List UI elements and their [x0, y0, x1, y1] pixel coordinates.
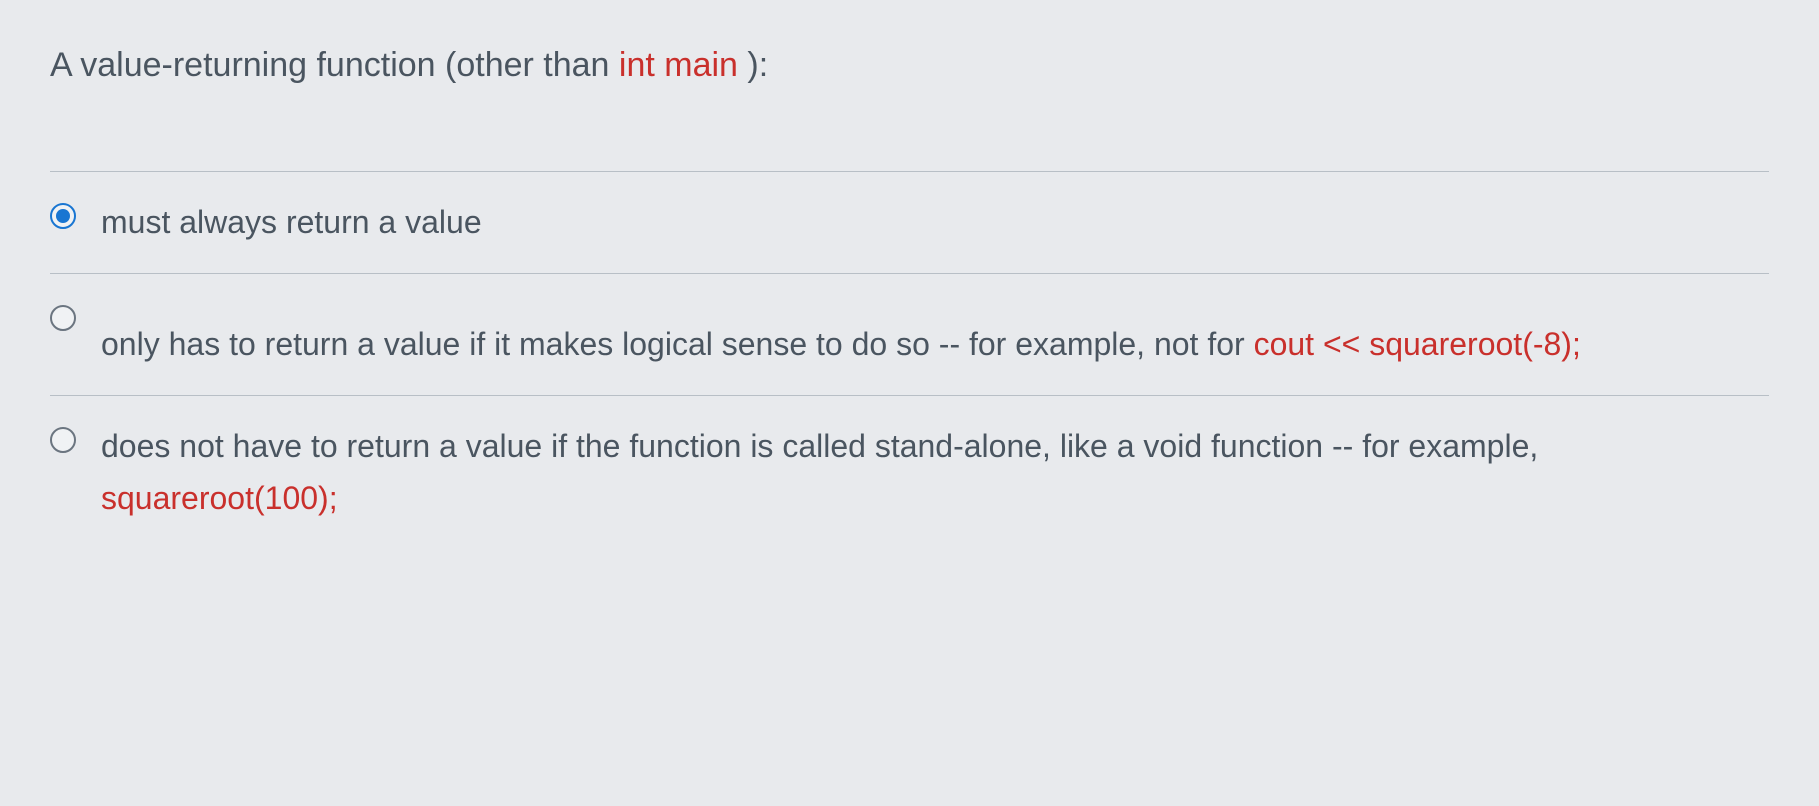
- radio-button-1[interactable]: [50, 203, 76, 229]
- radio-button-2[interactable]: [50, 305, 76, 331]
- radio-button-3[interactable]: [50, 427, 76, 453]
- question-container: A value-returning function (other than i…: [50, 40, 1769, 549]
- option-3-code: squareroot(100);: [101, 480, 338, 516]
- option-3-text: does not have to return a value if the f…: [101, 428, 1538, 464]
- option-1-text: must always return a value: [101, 204, 482, 240]
- radio-wrapper: [50, 299, 76, 331]
- question-prefix: A value-returning function (other than: [50, 46, 619, 84]
- option-label-3: does not have to return a value if the f…: [101, 421, 1769, 523]
- option-row-3[interactable]: does not have to return a value if the f…: [50, 395, 1769, 548]
- question-code: int main: [619, 46, 748, 84]
- question-suffix: ):: [747, 46, 768, 84]
- option-label-2: only has to return a value if it makes l…: [101, 299, 1581, 370]
- radio-wrapper: [50, 421, 76, 453]
- radio-wrapper: [50, 197, 76, 229]
- question-text: A value-returning function (other than i…: [50, 40, 1769, 121]
- option-2-code: cout << squareroot(-8);: [1254, 326, 1581, 362]
- option-row-2[interactable]: only has to return a value if it makes l…: [50, 273, 1769, 395]
- option-label-1: must always return a value: [101, 197, 482, 248]
- options-list: must always return a value only has to r…: [50, 171, 1769, 549]
- option-2-text: only has to return a value if it makes l…: [101, 326, 1254, 362]
- option-row-1[interactable]: must always return a value: [50, 171, 1769, 273]
